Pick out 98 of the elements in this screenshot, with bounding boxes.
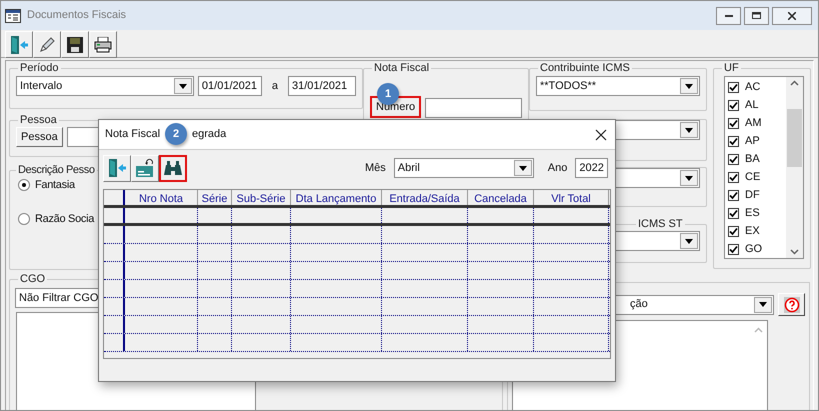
- close-button[interactable]: [772, 6, 812, 24]
- dropdown-button[interactable]: [680, 122, 698, 138]
- dropdown-button[interactable]: [680, 233, 698, 249]
- minimize-icon: [724, 14, 732, 16]
- caret-icon: [685, 176, 693, 180]
- column-header[interactable]: Série: [198, 190, 232, 205]
- dropdown-button[interactable]: [514, 160, 532, 176]
- maximize-icon: [752, 12, 761, 19]
- caret-icon: [518, 166, 527, 170]
- state-label: EX: [745, 224, 760, 239]
- scroll-thumb[interactable]: [787, 108, 802, 166]
- caret-icon: [178, 84, 187, 88]
- dialog-title: egrada: [192, 127, 226, 142]
- print-button[interactable]: [89, 31, 117, 58]
- edit-button[interactable]: [33, 31, 61, 58]
- help-button[interactable]: [778, 293, 805, 316]
- input-field[interactable]: 01/01/2021: [198, 76, 262, 96]
- floppy-icon: [67, 36, 83, 52]
- caret-icon: [759, 302, 768, 307]
- dropdown-button[interactable]: [680, 170, 698, 186]
- state-label: CE: [745, 170, 760, 185]
- card-undo-icon: [135, 158, 155, 178]
- dropdown[interactable]: **TODOS**: [536, 76, 700, 96]
- search-button[interactable]: [159, 154, 187, 182]
- column-header[interactable]: Dta Lançamento: [291, 190, 382, 205]
- checkbox[interactable]: [728, 208, 739, 218]
- help-icon: [784, 296, 800, 312]
- checkbox[interactable]: [728, 190, 739, 200]
- state-label: AL: [745, 98, 758, 113]
- range-separator: a: [272, 78, 278, 94]
- exit-button[interactable]: [103, 154, 131, 182]
- dropdown-button[interactable]: [680, 78, 698, 94]
- dropdown-button[interactable]: [174, 78, 192, 94]
- radio-label: Fantasia: [35, 178, 75, 193]
- close-button[interactable]: [593, 126, 609, 142]
- column-header[interactable]: Sub-Série: [232, 190, 291, 205]
- binoculars-icon: [164, 161, 182, 175]
- column-header[interactable]: Vlr Total: [534, 190, 609, 205]
- group-label: Contribuinte ICMS: [539, 61, 631, 75]
- exit-button[interactable]: [5, 31, 33, 58]
- state-label: BA: [745, 152, 760, 167]
- restore-button[interactable]: [131, 154, 159, 182]
- group-label: Pessoa: [19, 113, 58, 127]
- input-field[interactable]: [425, 98, 522, 118]
- checkbox[interactable]: [728, 118, 739, 128]
- input-field[interactable]: 31/01/2021: [288, 76, 356, 96]
- dropdown-button[interactable]: [754, 296, 772, 312]
- input-field[interactable]: 2022: [575, 158, 608, 178]
- exit-door-icon: [9, 34, 29, 54]
- printer-icon: [94, 36, 112, 52]
- scroll-up-icon: [754, 327, 763, 333]
- checkbox[interactable]: [728, 226, 739, 236]
- scroll-down-icon: [790, 249, 799, 255]
- state-label: AM: [745, 116, 762, 131]
- save-button[interactable]: [61, 31, 89, 58]
- radio-button[interactable]: [18, 179, 30, 192]
- group-label: ICMS ST: [637, 217, 684, 231]
- year-label: Ano: [548, 160, 568, 176]
- maximize-button[interactable]: [744, 6, 769, 24]
- state-label: AC: [745, 80, 760, 95]
- dropdown[interactable]: Intervalo: [16, 76, 194, 96]
- state-label: ES: [745, 206, 760, 221]
- month-label: Mês: [365, 160, 386, 176]
- checkbox[interactable]: [728, 136, 739, 146]
- person-button[interactable]: Pessoa: [16, 127, 63, 147]
- checkbox[interactable]: [728, 244, 739, 254]
- group-label: Nota Fiscal: [373, 61, 430, 75]
- close-icon: [595, 128, 607, 140]
- column-header[interactable]: Nro Nota: [125, 190, 198, 205]
- group-label: Descrição Pesso: [17, 163, 96, 177]
- dialog-title: Nota Fiscal: [105, 127, 160, 142]
- group-label: Período: [19, 61, 60, 75]
- state-label: DF: [745, 188, 760, 203]
- group-label: CGO: [19, 272, 46, 286]
- window-icon: [5, 8, 21, 22]
- close-icon: [788, 12, 796, 20]
- minimize-button[interactable]: [716, 6, 741, 24]
- dropdown[interactable]: Abril: [394, 158, 534, 178]
- state-label: AP: [745, 134, 760, 149]
- radio-button[interactable]: [18, 212, 30, 225]
- caret-icon: [685, 128, 693, 132]
- caret-icon: [685, 238, 693, 244]
- state-label: GO: [745, 242, 762, 257]
- group-label: UF: [723, 61, 740, 75]
- column-header[interactable]: Entrada/Saída: [382, 190, 468, 205]
- window-title: Documentos Fiscais: [27, 8, 126, 24]
- checkbox[interactable]: [728, 82, 739, 92]
- scrollbar[interactable]: [786, 77, 803, 258]
- checkbox[interactable]: [728, 154, 739, 164]
- radio-label: Razão Socia: [35, 212, 94, 226]
- step-badge: 2: [165, 123, 187, 145]
- column-header[interactable]: Cancelada: [468, 190, 534, 205]
- checkbox[interactable]: [728, 100, 739, 110]
- caret-icon: [685, 84, 693, 88]
- pencil-icon: [38, 36, 56, 54]
- checkbox[interactable]: [728, 172, 739, 182]
- exit-door-icon: [107, 158, 127, 178]
- scroll-up-icon: [790, 80, 799, 86]
